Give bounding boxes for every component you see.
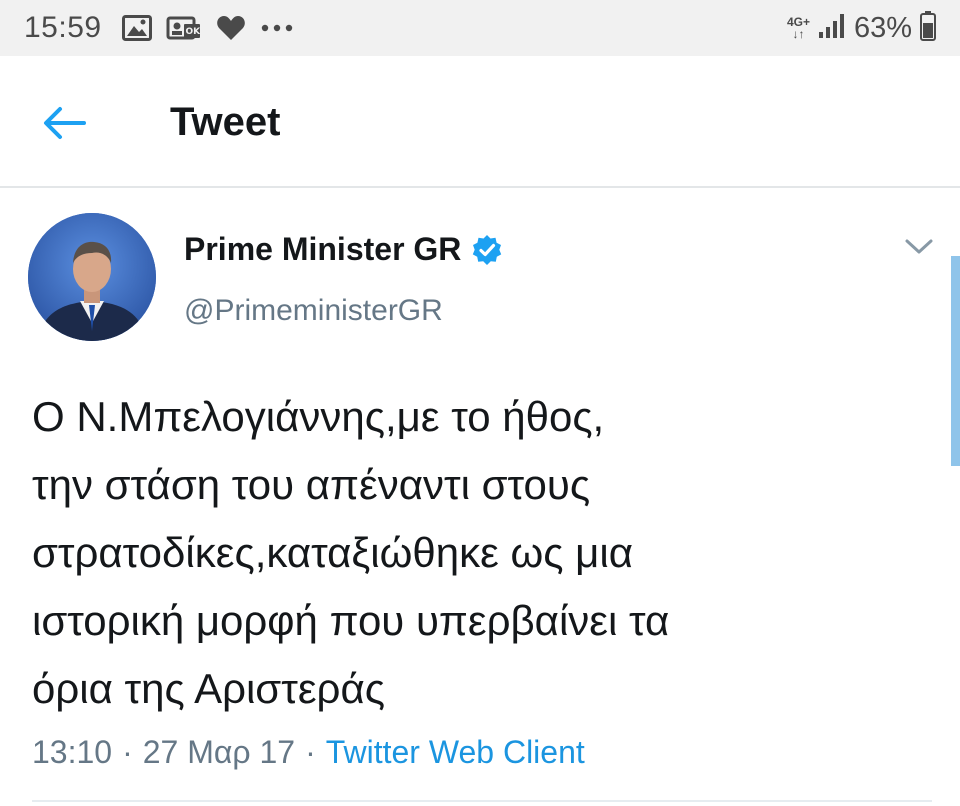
status-right-group: 4G+ ↓↑ 63%: [787, 10, 936, 46]
status-time: 15:59: [24, 11, 102, 44]
status-bar: 15:59 OK 4G+ ↓↑ 63%: [0, 0, 960, 56]
tweet-meta: 13:10 · 27 Μαρ 17 · Twitter Web Client: [32, 734, 585, 771]
signal-strength-icon: [818, 13, 846, 44]
page-title: Tweet: [170, 100, 281, 144]
contact-card-icon: OK: [166, 14, 202, 42]
scrollbar[interactable]: [951, 256, 960, 466]
heart-icon: [216, 15, 246, 41]
tweet-time: 13:10: [32, 734, 113, 770]
image-icon: [121, 15, 152, 41]
network-activity-arrows: ↓↑: [792, 27, 805, 41]
tweet-date: 27 Μαρ 17: [142, 734, 296, 770]
network-type-indicator: 4G+ ↓↑: [787, 16, 810, 40]
author-name[interactable]: Prime Minister GR: [184, 231, 461, 268]
notification-icons: OK: [121, 14, 294, 42]
tweet-detail-screen: 15:59 OK 4G+ ↓↑ 63% Tweet Prime Minister…: [0, 0, 960, 806]
divider: [32, 800, 932, 802]
meta-separator: ·: [305, 734, 316, 770]
battery-icon: [920, 10, 936, 46]
back-arrow-icon[interactable]: [42, 106, 86, 140]
tweet-client-link[interactable]: Twitter Web Client: [326, 734, 585, 771]
svg-text:OK: OK: [185, 27, 201, 37]
battery-percent: 63%: [853, 11, 912, 44]
chevron-down-icon[interactable]: [904, 238, 934, 256]
verified-badge-icon: [471, 234, 503, 266]
tweet-text: Ο Ν.Μπελογιάννης,με το ήθος, την στάση τ…: [32, 393, 670, 712]
more-dots-icon: [260, 23, 294, 33]
author-handle[interactable]: @PrimeministerGR: [184, 294, 443, 328]
avatar-portrait-image: [28, 213, 156, 341]
app-header: Tweet: [0, 56, 960, 188]
author-name-row[interactable]: Prime Minister GR: [184, 231, 503, 268]
meta-separator: ·: [122, 734, 133, 770]
avatar[interactable]: [28, 213, 156, 341]
